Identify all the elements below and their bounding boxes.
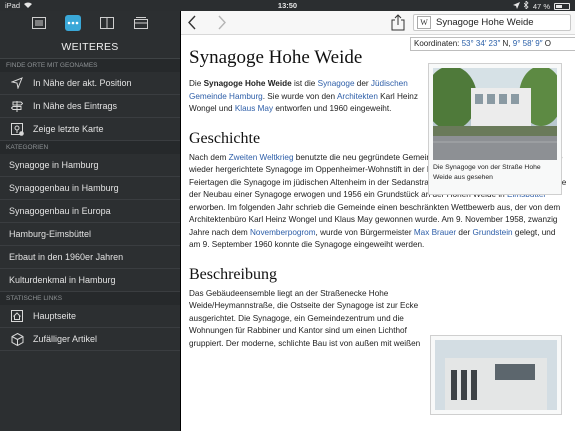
paragraph-beschreibung: Das Gebäudeensemble liegt an der Straßen… bbox=[189, 288, 421, 348]
sidebar-item-near-entry[interactable]: In Nähe des Eintrags bbox=[0, 95, 180, 118]
building-photo[interactable] bbox=[435, 340, 557, 410]
link-synagoge[interactable]: Synagoge bbox=[318, 79, 355, 88]
dice-icon bbox=[9, 331, 25, 347]
sidebar-item-near-position[interactable]: In Nähe der akt. Position bbox=[0, 72, 180, 95]
static-link-hauptseite[interactable]: Hauptseite bbox=[0, 305, 180, 328]
image-infobox: Die Synagoge von der Straße Hohe Weide a… bbox=[428, 63, 562, 195]
category-label: Synagogenbau in Hamburg bbox=[9, 183, 119, 193]
category-label: Erbaut in den 1960er Jahren bbox=[9, 252, 124, 262]
text: Nach dem bbox=[189, 152, 229, 162]
static-link-random-article[interactable]: Zufälliger Artikel bbox=[0, 328, 180, 351]
link-architekten[interactable]: Architekten bbox=[337, 92, 378, 101]
share-icon[interactable] bbox=[391, 14, 405, 36]
category-synagogenbau-hamburg[interactable]: Synagogenbau in Hamburg bbox=[0, 177, 180, 200]
category-label: Synagogenbau in Europa bbox=[9, 206, 111, 216]
text: entworfen und 1960 eingeweiht. bbox=[273, 104, 392, 113]
category-erbaut-1960er[interactable]: Erbaut in den 1960er Jahren bbox=[0, 246, 180, 269]
category-synagoge-hamburg[interactable]: Synagoge in Hamburg bbox=[0, 154, 180, 177]
lead-paragraph: Die Synagoge Hohe Weide ist die Synagoge… bbox=[189, 78, 424, 116]
map-icon bbox=[9, 121, 25, 137]
link-novemberpogrom[interactable]: Novemberpogrom bbox=[250, 228, 316, 237]
section-header-categories: KATEGORIEN bbox=[0, 141, 180, 154]
text: , wurde von Bürgermeister bbox=[315, 227, 414, 237]
link-klaus-may[interactable]: Klaus May bbox=[235, 104, 273, 113]
link-max-brauer[interactable]: Max Brauer bbox=[414, 228, 456, 237]
article-toolbar: W Synagoge Hohe Weide bbox=[181, 11, 575, 35]
battery-fill bbox=[556, 4, 562, 8]
archive-icon[interactable] bbox=[133, 15, 149, 31]
list-icon[interactable] bbox=[31, 15, 47, 31]
category-label: Synagoge in Hamburg bbox=[9, 160, 99, 170]
category-hamburg-eimsbuettel[interactable]: Hamburg-Eimsbüttel bbox=[0, 223, 180, 246]
sidebar-toolbar bbox=[0, 11, 180, 35]
section-header-geonames: FINDE ORTE MIT GEONAMES bbox=[0, 59, 180, 72]
back-icon[interactable] bbox=[187, 15, 197, 35]
location-icon bbox=[512, 1, 520, 11]
category-kulturdenkmal-hamburg[interactable]: Kulturdenkmal in Hamburg bbox=[0, 269, 180, 292]
status-time: 13:50 bbox=[277, 1, 298, 10]
status-bar: iPad 13:50 47 % bbox=[0, 0, 575, 11]
home-icon bbox=[9, 308, 25, 324]
forward-icon[interactable] bbox=[217, 15, 227, 35]
search-input[interactable]: Synagoge Hohe Weide bbox=[436, 17, 534, 28]
static-link-label: Hauptseite bbox=[33, 311, 77, 321]
category-synagogenbau-europa[interactable]: Synagogenbau in Europa bbox=[0, 200, 180, 223]
image-infobox-2 bbox=[430, 335, 562, 415]
static-link-label: Zufälliger Artikel bbox=[33, 334, 98, 344]
sidebar: WEITERES FINDE ORTE MIT GEONAMES In Nähe… bbox=[0, 11, 180, 431]
text: ist die bbox=[291, 79, 318, 88]
category-label: Kulturdenkmal in Hamburg bbox=[9, 275, 116, 285]
sidebar-item-label: Zeige letzte Karte bbox=[33, 124, 104, 134]
sidebar-item-label: In Nähe des Eintrags bbox=[33, 101, 118, 111]
link-zweiter-weltkrieg[interactable]: Zweiten Weltkrieg bbox=[229, 153, 294, 162]
bluetooth-icon bbox=[523, 0, 529, 11]
image-caption: Die Synagoge von der Straße Hohe Weide a… bbox=[433, 164, 541, 181]
bold-term: Synagoge Hohe Weide bbox=[203, 79, 292, 88]
sidebar-title: WEITERES bbox=[0, 35, 180, 59]
link-grundstein[interactable]: Grundstein bbox=[473, 228, 513, 237]
more-icon[interactable] bbox=[65, 15, 81, 31]
search-field[interactable]: W Synagoge Hohe Weide bbox=[413, 14, 571, 31]
section-header-static-links: STATISCHE LINKS bbox=[0, 292, 180, 305]
sidebar-item-last-map[interactable]: Zeige letzte Karte bbox=[0, 118, 180, 141]
text: der bbox=[456, 227, 473, 237]
wikipedia-icon: W bbox=[417, 16, 431, 29]
signpost-icon bbox=[9, 98, 25, 114]
sidebar-item-label: In Nähe der akt. Position bbox=[33, 78, 132, 88]
text: Die bbox=[189, 79, 204, 88]
category-label: Hamburg-Eimsbüttel bbox=[9, 229, 92, 239]
location-arrow-icon bbox=[9, 75, 25, 91]
status-right: 47 % bbox=[512, 0, 570, 11]
text: . Sie wurde von den bbox=[262, 91, 337, 101]
article-pane: W Synagoge Hohe Weide Koordinaten: 53° 3… bbox=[180, 11, 575, 431]
heading-beschreibung: Beschreibung bbox=[189, 265, 277, 283]
book-icon[interactable] bbox=[99, 15, 115, 31]
synagogue-photo[interactable] bbox=[433, 68, 557, 160]
text: der bbox=[354, 79, 371, 88]
battery-icon bbox=[554, 2, 570, 10]
battery-percent: 47 % bbox=[532, 1, 550, 11]
